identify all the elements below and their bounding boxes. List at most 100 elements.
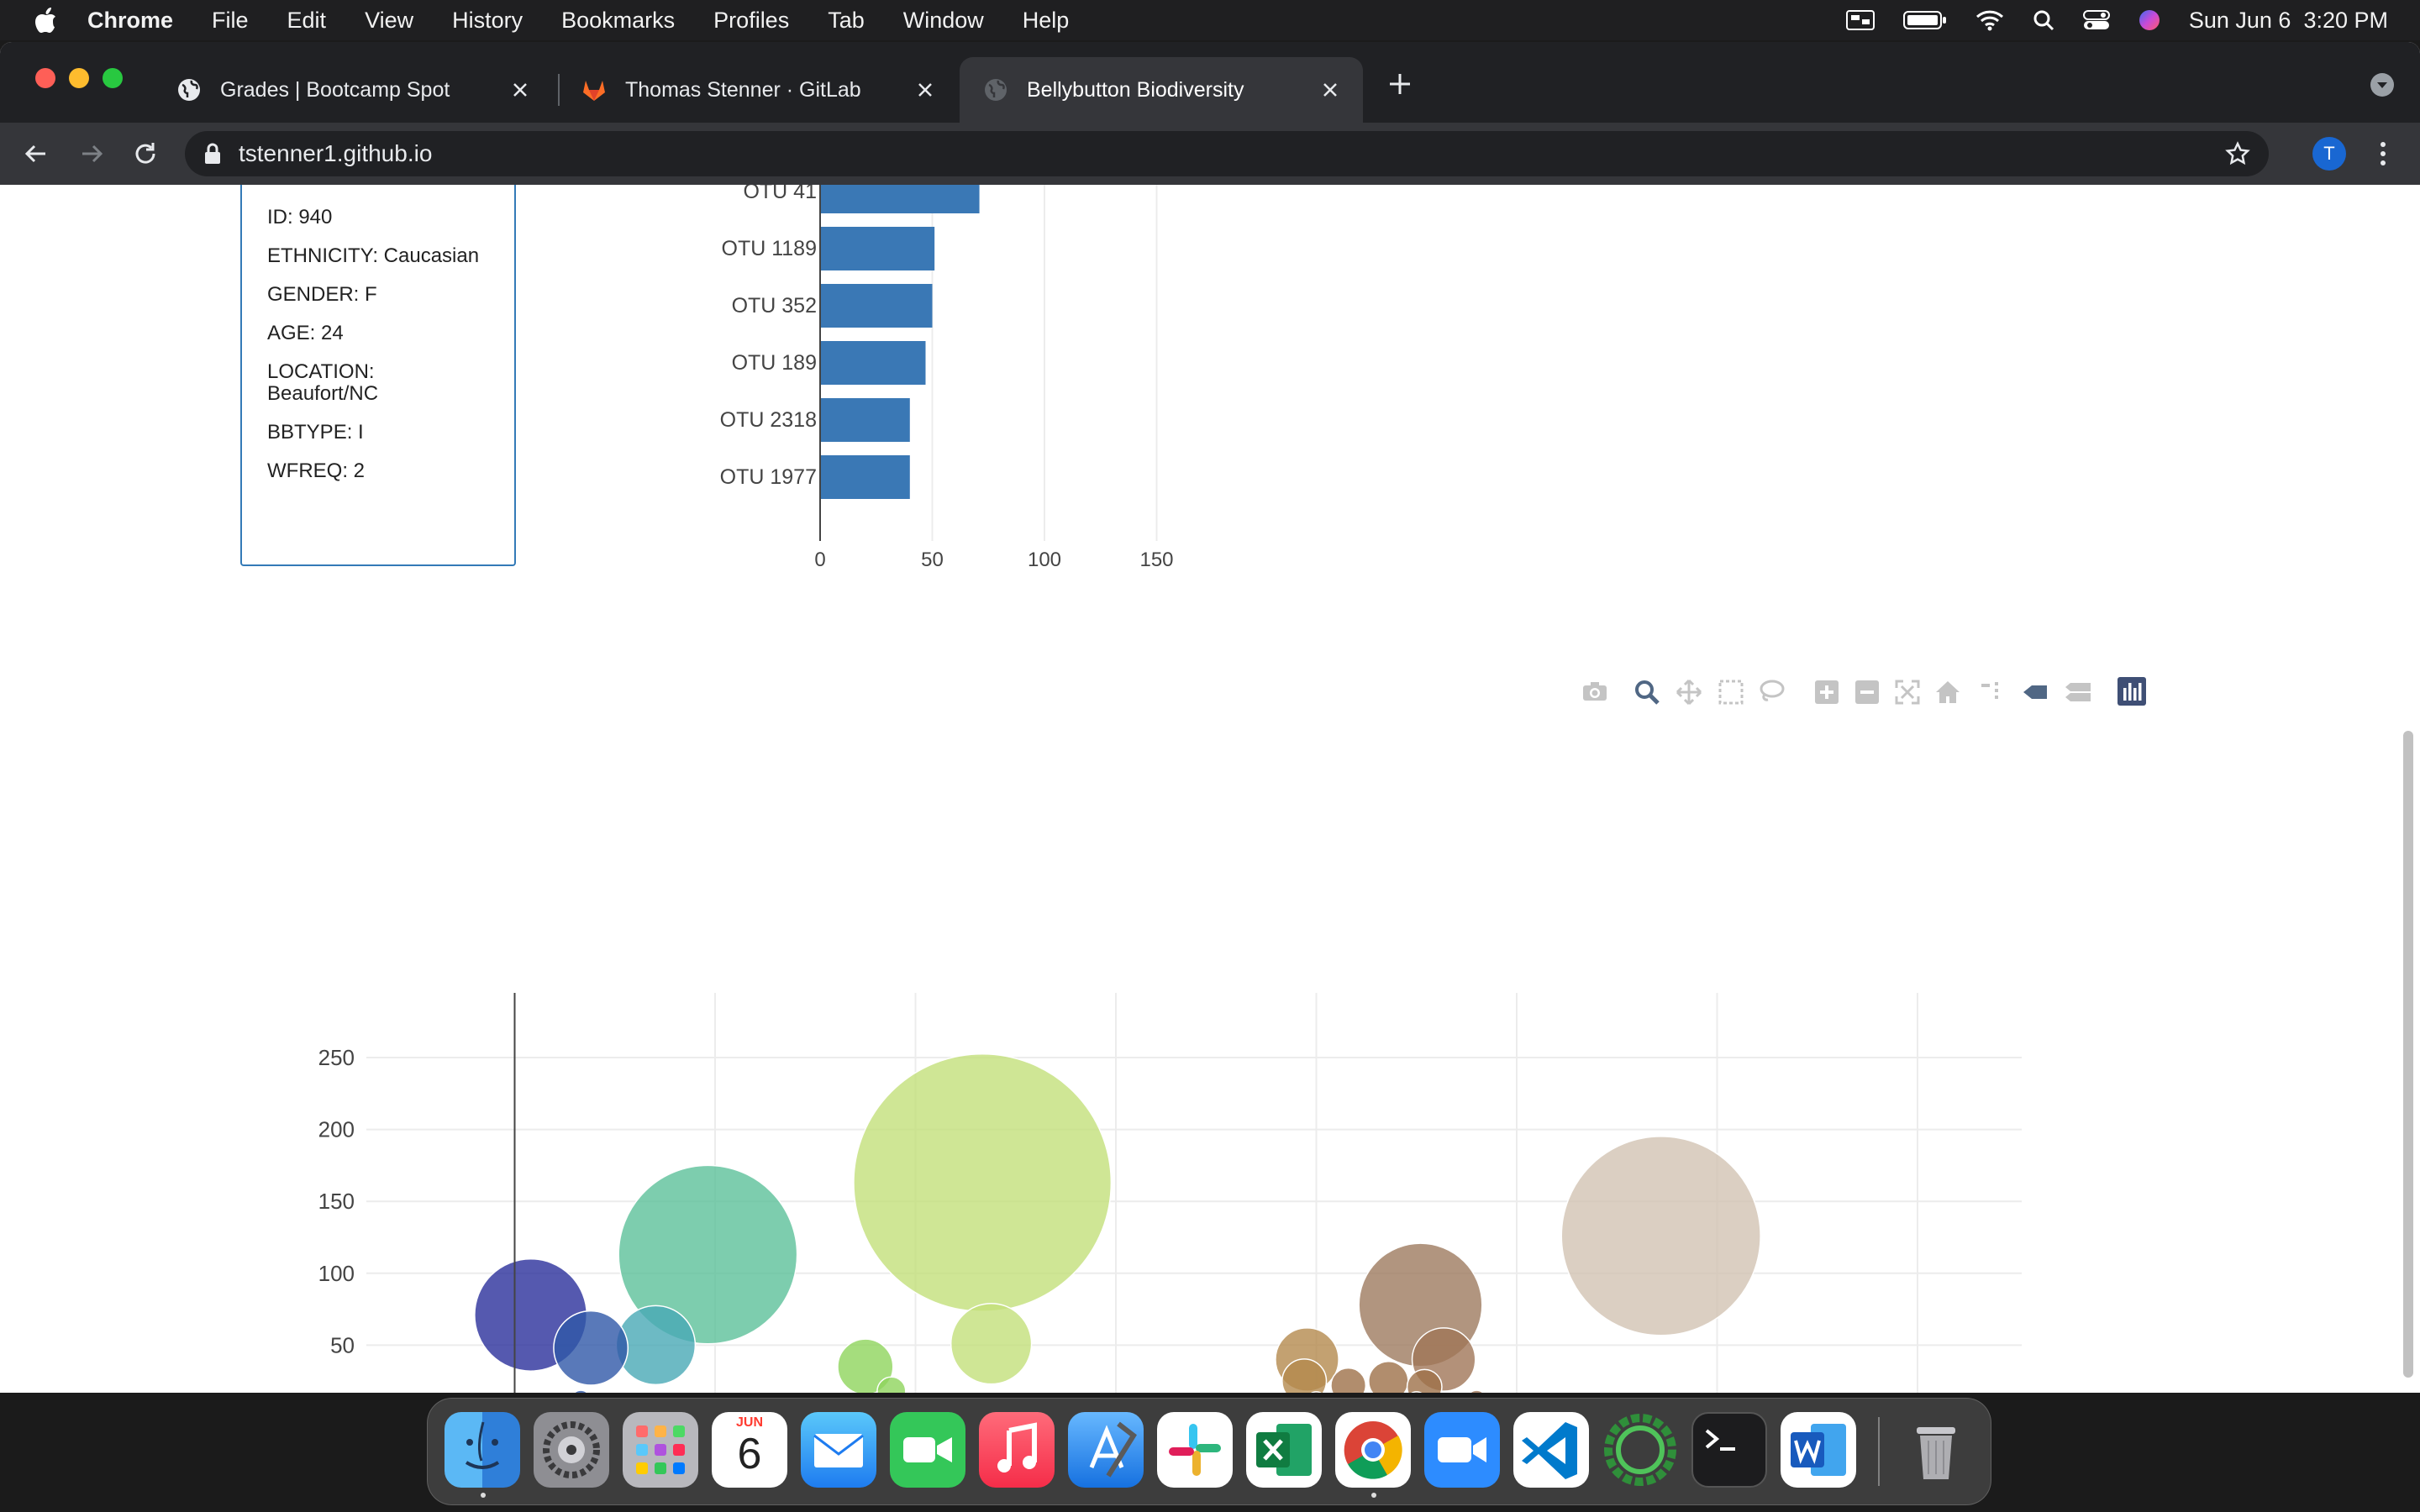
tab-title: Thomas Stenner · GitLab <box>625 77 861 102</box>
zoom-app-icon[interactable] <box>1424 1412 1500 1488</box>
spike-lines-icon[interactable] <box>1978 679 2005 706</box>
bubble <box>553 1310 629 1386</box>
battery-icon[interactable] <box>1902 9 1947 31</box>
profile-avatar[interactable]: T <box>2312 137 2346 171</box>
bubble-y-tick-label: 50 <box>330 1332 355 1357</box>
bar-category-label: OTU 2318 <box>720 408 817 432</box>
bubble-y-tick-label: 100 <box>318 1261 355 1286</box>
new-tab-icon[interactable] <box>1386 71 1413 97</box>
slack-icon[interactable] <box>1157 1412 1233 1488</box>
reset-axes-home-icon[interactable] <box>1934 679 1961 706</box>
bubble <box>1560 1136 1761 1336</box>
more-menu-icon[interactable] <box>2376 139 2390 168</box>
close-window-button[interactable] <box>35 68 55 88</box>
zoom-in-icon[interactable] <box>1813 679 1840 706</box>
screen-sharing-icon[interactable] <box>1845 9 1875 31</box>
bookmark-star-icon[interactable] <box>2225 141 2250 166</box>
wifi-icon[interactable] <box>1975 9 2004 31</box>
bubble <box>573 1389 588 1393</box>
launchpad-icon[interactable] <box>623 1412 698 1488</box>
autoscale-icon[interactable] <box>1894 679 1921 706</box>
menu-bookmarks[interactable]: Bookmarks <box>561 8 675 34</box>
bar-category-label: OTU 1977 <box>720 465 817 489</box>
bar-x-tick-label: 50 <box>921 549 944 571</box>
camera-icon[interactable] <box>1581 680 1608 702</box>
lock-icon[interactable] <box>203 143 222 165</box>
vscode-icon[interactable] <box>1513 1412 1589 1488</box>
bacteria-bubble-chart: Bacteria Cultures Per Sample050100150200… <box>318 992 2022 1393</box>
dock: JUN 6 <box>427 1398 1991 1505</box>
calendar-icon[interactable]: JUN 6 <box>712 1412 787 1488</box>
lasso-select-icon[interactable] <box>1758 679 1785 706</box>
pan-icon[interactable] <box>1676 679 1702 706</box>
tab-grades[interactable]: Grades | Bootcamp Spot <box>153 57 553 123</box>
apple-logo-icon[interactable] <box>34 7 57 34</box>
system-preferences-icon[interactable] <box>534 1412 609 1488</box>
plotly-logo-icon[interactable] <box>2118 677 2146 706</box>
globe-icon <box>178 79 200 101</box>
siri-icon[interactable] <box>2139 9 2160 31</box>
menu-help[interactable]: Help <box>1023 8 1070 34</box>
address-bar[interactable]: tstenner1.github.io <box>185 131 2269 176</box>
clock-datetime[interactable]: Sun Jun 6 3:20 PM <box>2189 8 2388 34</box>
tab-search-icon[interactable] <box>2370 72 2395 97</box>
back-icon[interactable] <box>22 139 50 168</box>
bubble <box>1368 1360 1409 1393</box>
page-scrollbar[interactable] <box>2403 731 2413 1378</box>
close-tab-icon[interactable] <box>913 77 938 102</box>
terminal-icon[interactable] <box>1691 1412 1767 1488</box>
bar <box>820 185 980 213</box>
trash-icon[interactable] <box>1898 1412 1974 1488</box>
menu-file[interactable]: File <box>212 8 249 34</box>
menu-window[interactable]: Window <box>903 8 984 34</box>
minimize-window-button[interactable] <box>69 68 89 88</box>
plot-modebar <box>1571 674 2160 707</box>
facetime-icon[interactable] <box>890 1412 965 1488</box>
menu-history[interactable]: History <box>452 8 523 34</box>
top-otu-bar-chart: 0 50 100 150 OTU 41 OTU 1189 OTU 352 OTU 189 OTU… <box>720 185 1174 571</box>
bar <box>820 341 926 385</box>
hover-compare-icon[interactable] <box>2064 679 2092 706</box>
meta-gender: GENDER: F <box>267 283 377 306</box>
menu-view[interactable]: View <box>365 8 413 34</box>
spotlight-search-icon[interactable] <box>2033 9 2054 31</box>
box-select-icon[interactable] <box>1718 679 1744 706</box>
dock-divider <box>1878 1417 1880 1486</box>
xcode-icon[interactable] <box>1068 1412 1144 1488</box>
bubble-y-tick-label: 200 <box>318 1117 355 1142</box>
zoom-window-button[interactable] <box>103 68 123 88</box>
page-content: ID: 940 ETHNICITY: Caucasian GENDER: F A… <box>0 185 2420 1393</box>
hover-closest-icon[interactable] <box>2022 679 2049 706</box>
menu-tab[interactable]: Tab <box>828 8 865 34</box>
control-center-icon[interactable] <box>2082 9 2110 31</box>
meta-bbtype: BBTYPE: I <box>267 421 364 444</box>
bar-category-label: OTU 1189 <box>722 237 817 260</box>
tab-bellybutton[interactable]: Bellybutton Biodiversity <box>960 57 1363 123</box>
url-text[interactable]: tstenner1.github.io <box>239 140 432 167</box>
music-icon[interactable] <box>979 1412 1055 1488</box>
zoom-icon[interactable] <box>1634 679 1660 706</box>
bar-x-tick-label: 100 <box>1028 549 1061 571</box>
tab-gitlab[interactable]: Thomas Stenner · GitLab <box>558 57 958 123</box>
menu-edit[interactable]: Edit <box>287 8 327 34</box>
excel-icon[interactable] <box>1246 1412 1322 1488</box>
bar <box>820 398 910 442</box>
bar <box>820 227 935 270</box>
menu-profiles[interactable]: Profiles <box>713 8 789 34</box>
globe-icon <box>985 79 1007 101</box>
bar-x-tick-label: 150 <box>1139 549 1173 571</box>
close-tab-icon[interactable] <box>1318 77 1343 102</box>
menu-app-name[interactable]: Chrome <box>87 8 173 34</box>
mail-icon[interactable] <box>801 1412 876 1488</box>
finder-icon[interactable] <box>445 1412 520 1488</box>
forward-icon[interactable] <box>77 139 106 168</box>
zoom-out-icon[interactable] <box>1854 679 1881 706</box>
word-icon[interactable] <box>1781 1412 1856 1488</box>
dock-running-indicator <box>1371 1493 1376 1498</box>
reload-icon[interactable] <box>131 139 160 168</box>
menu-bar: Chrome File Edit View History Bookmarks … <box>0 0 2420 40</box>
calendar-day: 6 <box>737 1430 762 1478</box>
close-tab-icon[interactable] <box>508 77 533 102</box>
progress-ring-app-icon[interactable] <box>1602 1412 1678 1488</box>
chrome-icon[interactable] <box>1335 1412 1411 1488</box>
